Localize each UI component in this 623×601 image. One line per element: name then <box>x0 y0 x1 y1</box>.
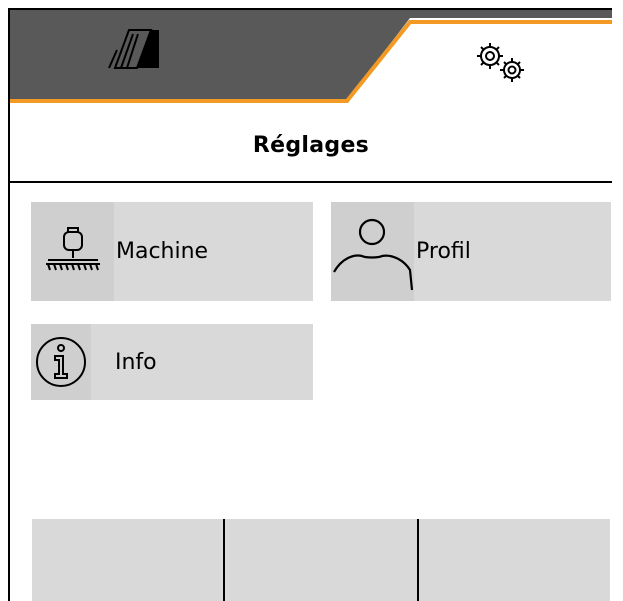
gears-icon <box>477 43 524 82</box>
tab-machine[interactable] <box>10 10 370 109</box>
menu-item-info[interactable]: Info <box>31 324 313 400</box>
user-profile-icon-box <box>331 202 414 301</box>
menu-item-info-label: Info <box>115 349 157 375</box>
menu-item-machine-label: Machine <box>116 239 209 264</box>
softkey-bar <box>32 519 610 601</box>
softkey-1[interactable] <box>32 519 226 601</box>
menu-item-profile[interactable]: Profil <box>331 202 611 301</box>
info-icon-box <box>31 324 91 400</box>
machine-icon <box>45 226 100 270</box>
tab-settings[interactable] <box>370 10 612 109</box>
softkey-2[interactable] <box>225 519 419 601</box>
info-icon <box>36 337 86 387</box>
app-frame: Réglages Machine Profil Info <box>8 8 612 601</box>
tab-bar <box>10 10 612 109</box>
machine-icon-box <box>31 202 114 301</box>
page-header: Réglages <box>10 109 612 183</box>
menu-item-profile-label: Profil <box>416 239 471 264</box>
softkey-3[interactable] <box>418 519 610 601</box>
user-profile-icon <box>332 218 413 290</box>
menu-item-machine[interactable]: Machine <box>31 202 313 301</box>
page-title: Réglages <box>252 132 370 158</box>
field-machine-icon <box>108 29 159 69</box>
